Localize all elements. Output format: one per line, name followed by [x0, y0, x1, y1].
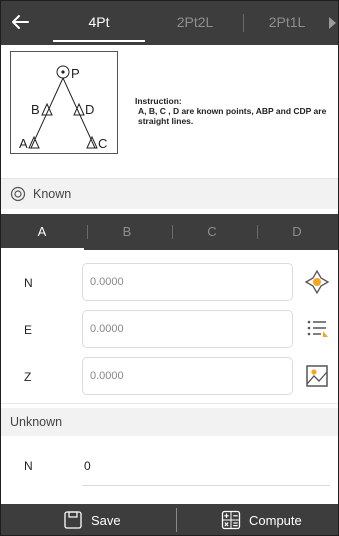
known-label: Known	[33, 187, 72, 201]
gps-locate-button[interactable]	[300, 265, 334, 299]
tab-divider	[172, 225, 173, 239]
map-picture-icon	[306, 365, 328, 387]
tab-point-b[interactable]: B	[85, 214, 169, 250]
tab-point-c[interactable]: C	[170, 214, 254, 250]
unknown-label: Unknown	[10, 415, 63, 429]
instruction-body: A, B, C , D are known points, ABP and CD…	[138, 106, 327, 126]
save-label: Save	[91, 512, 121, 528]
geometry-diagram: P B D A C	[10, 51, 118, 154]
bottom-bar: Save Compute	[0, 504, 339, 536]
z-label: Z	[24, 370, 32, 384]
tab-2pt1l[interactable]: 2Pt1L	[248, 0, 326, 45]
scroll-right-icon[interactable]	[329, 17, 336, 29]
tab-point-a[interactable]: A	[0, 214, 84, 250]
label-b: B	[31, 102, 40, 117]
label-a: A	[19, 136, 28, 151]
gps-crosshair-icon	[304, 269, 330, 295]
intersection-figure: P B D A C	[19, 65, 107, 151]
instruction-title: Instruction:	[135, 96, 182, 106]
tab-divider	[257, 225, 258, 239]
divider	[0, 403, 339, 404]
footer-divider	[176, 508, 177, 532]
save-icon	[64, 511, 82, 529]
e-label: E	[24, 323, 33, 337]
result-n-label: N	[24, 459, 33, 473]
unknown-section-header: Unknown	[0, 408, 339, 436]
result-n-value: 0	[84, 459, 91, 473]
n-label: N	[24, 276, 33, 290]
compute-button[interactable]: Compute	[221, 504, 302, 536]
label-c: C	[98, 136, 107, 151]
calculator-icon	[221, 510, 241, 530]
z-input[interactable]	[82, 357, 293, 395]
label-d: D	[85, 102, 94, 117]
list-icon	[307, 320, 328, 337]
point-list-button[interactable]	[300, 312, 334, 346]
compute-label: Compute	[249, 512, 302, 528]
tab-divider	[243, 14, 244, 32]
point-tabs: A B C D	[0, 214, 339, 250]
top-bar: 4Pt 2Pt2L 2Pt1L	[0, 0, 339, 45]
n-input[interactable]	[82, 263, 293, 301]
tab-point-d[interactable]: D	[255, 214, 339, 250]
map-pick-button[interactable]	[300, 359, 334, 393]
active-point-indicator	[0, 248, 84, 250]
instruction-text: Instruction: A, B, C , D are known point…	[135, 96, 335, 126]
save-button[interactable]: Save	[63, 504, 121, 536]
back-arrow-icon[interactable]	[8, 10, 32, 34]
active-tab-indicator	[53, 40, 145, 42]
known-section-header: Known	[0, 178, 339, 209]
tab-divider	[87, 225, 88, 239]
e-input[interactable]	[82, 310, 293, 348]
tab-2pt2l[interactable]: 2Pt2L	[150, 0, 240, 45]
result-underline	[82, 485, 330, 486]
label-p: P	[71, 66, 80, 81]
tab-4pt[interactable]: 4Pt	[53, 0, 145, 45]
target-icon	[10, 186, 26, 202]
